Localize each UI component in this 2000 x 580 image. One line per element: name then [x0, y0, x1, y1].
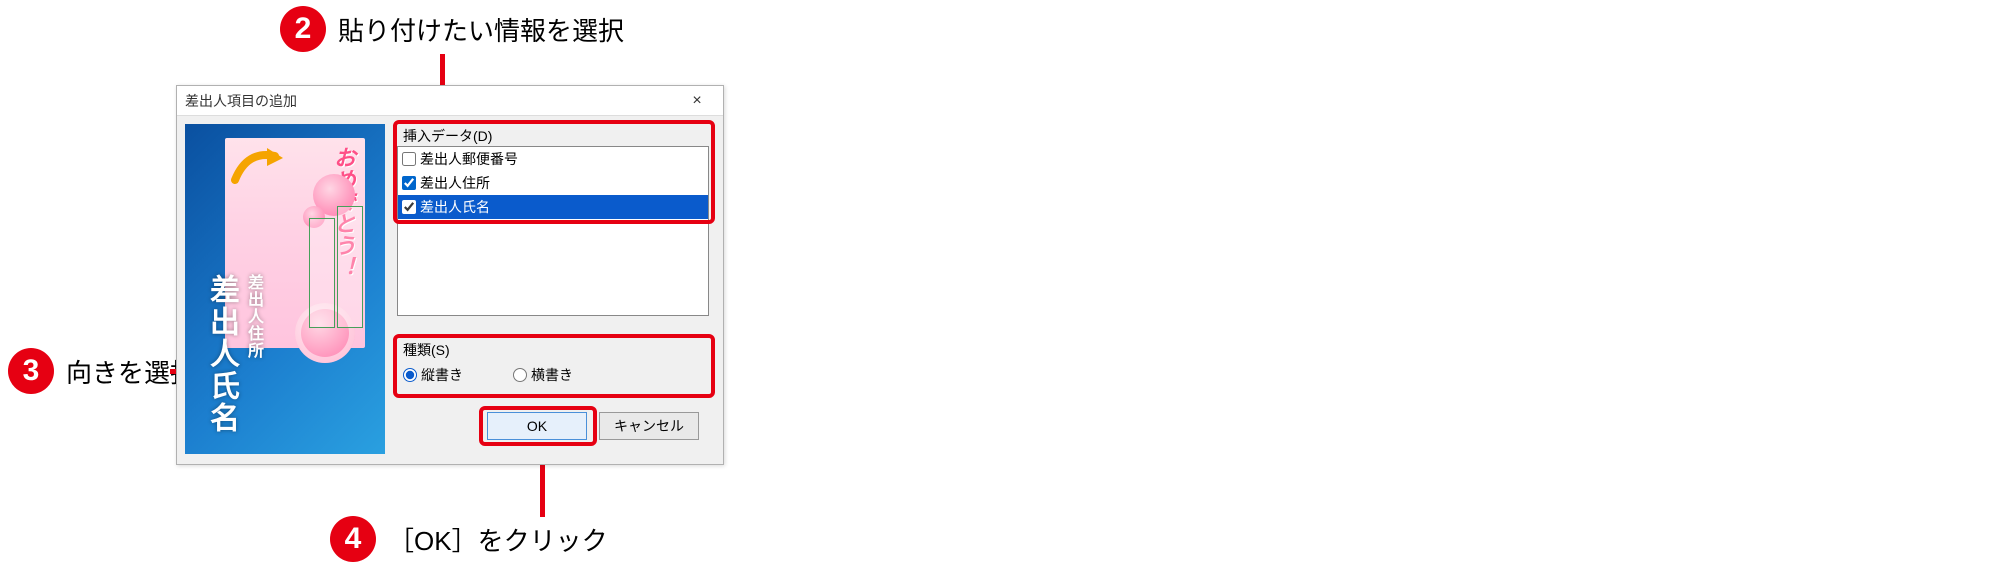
insert-data-item-label: 差出人郵便番号	[420, 149, 518, 169]
curved-arrow-icon	[229, 146, 289, 200]
insert-data-label: 挿入データ(D)	[403, 126, 492, 146]
insert-data-item-label: 差出人氏名	[420, 197, 490, 217]
step-text-2: 貼り付けたい情報を選択	[338, 11, 624, 48]
radio-vertical[interactable]: 縦書き	[403, 365, 463, 385]
callout-4: 4 ［OK］をクリック	[330, 516, 608, 562]
ok-button-label: OK	[527, 418, 547, 434]
step-badge-2: 2	[280, 6, 326, 52]
insert-data-checkbox[interactable]	[402, 152, 416, 166]
kind-label: 種類(S)	[403, 340, 450, 360]
dialog-title: 差出人項目の追加	[185, 91, 297, 111]
preview-panel: おめでとう！ 差出人住所 差出人氏名	[185, 124, 385, 454]
preview-name-label: 差出人氏名	[199, 274, 243, 454]
button-row: OK キャンセル	[487, 412, 699, 440]
cancel-button[interactable]: キャンセル	[599, 412, 699, 440]
step-badge-3: 3	[8, 348, 54, 394]
insert-data-row[interactable]: 差出人郵便番号	[398, 147, 708, 171]
callout-3: 3 向きを選択	[8, 348, 196, 394]
close-icon: ×	[692, 92, 701, 110]
add-sender-item-dialog: 差出人項目の追加 × おめでとう！ 差出人住所 差	[176, 85, 724, 465]
callout-2: 2 貼り付けたい情報を選択	[280, 6, 624, 52]
step-text-4: ［OK］をクリック	[388, 521, 608, 558]
field-placeholder-icon	[309, 218, 335, 328]
ok-button[interactable]: OK	[487, 412, 587, 440]
field-placeholder-icon	[337, 206, 363, 328]
radio-horizontal-input[interactable]	[513, 368, 527, 382]
insert-data-checkbox[interactable]	[402, 200, 416, 214]
titlebar: 差出人項目の追加 ×	[177, 86, 723, 116]
preview-address-label: 差出人住所	[241, 274, 265, 359]
insert-data-list[interactable]: 差出人郵便番号差出人住所差出人氏名	[397, 146, 709, 316]
radio-vertical-label: 縦書き	[421, 365, 463, 385]
radio-horizontal[interactable]: 横書き	[513, 365, 573, 385]
insert-data-checkbox[interactable]	[402, 176, 416, 190]
insert-data-row[interactable]: 差出人氏名	[398, 195, 708, 219]
insert-data-row[interactable]: 差出人住所	[398, 171, 708, 195]
close-button[interactable]: ×	[677, 89, 717, 113]
insert-data-item-label: 差出人住所	[420, 173, 490, 193]
radio-vertical-input[interactable]	[403, 368, 417, 382]
radio-horizontal-label: 横書き	[531, 365, 573, 385]
cancel-button-label: キャンセル	[614, 416, 684, 436]
orientation-radio-group: 縦書き 横書き	[403, 360, 703, 390]
step-badge-4: 4	[330, 516, 376, 562]
